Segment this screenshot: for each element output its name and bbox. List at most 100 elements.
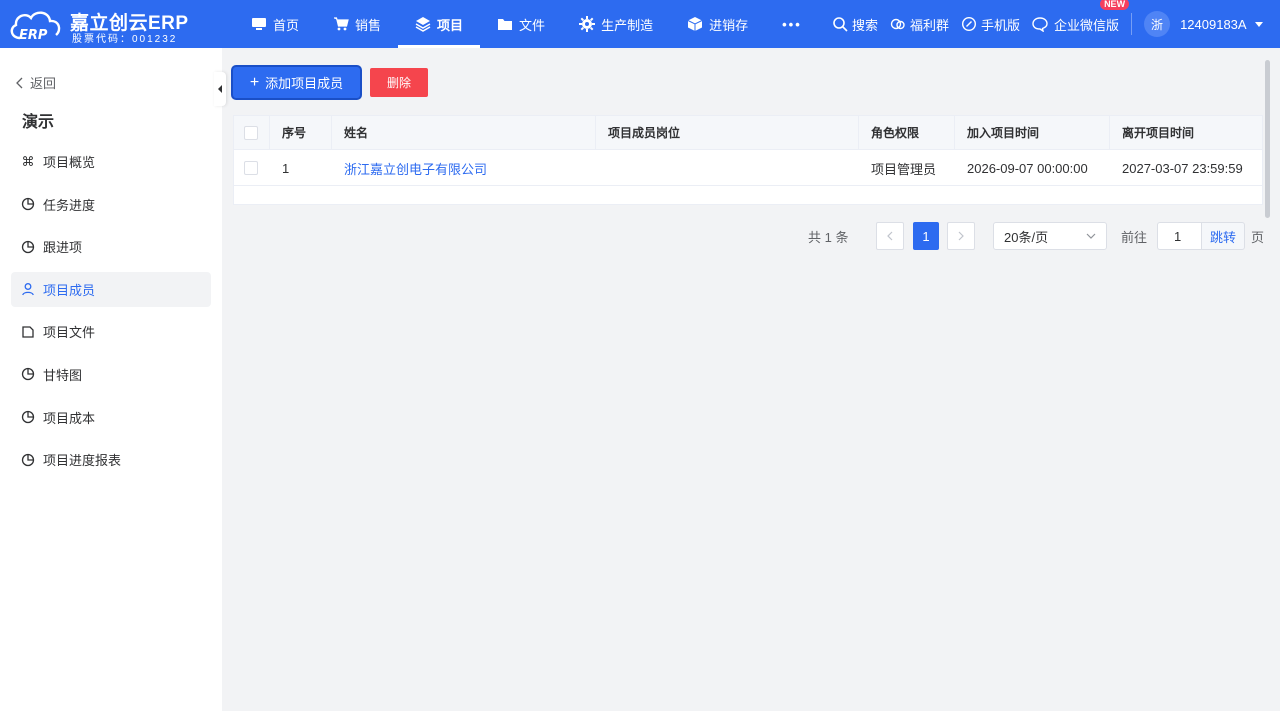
- back-link[interactable]: 返回: [16, 73, 56, 92]
- sidebar-item-label: 项目进度报表: [43, 453, 122, 469]
- wecom-button[interactable]: 企业微信版 NEW: [1032, 0, 1130, 34]
- nav-sales-label: 销售: [355, 17, 382, 33]
- column-header: 姓名: [332, 116, 596, 149]
- table-header: 序号 姓名 项目成员岗位 角色权限 加入项目时间 离开项目时间: [234, 116, 1262, 150]
- member-position: [596, 151, 859, 185]
- welfare-group-button[interactable]: 福利群: [890, 15, 949, 34]
- next-page-button[interactable]: [947, 222, 975, 250]
- search-button[interactable]: 搜索: [832, 15, 878, 34]
- page-number-current[interactable]: 1: [913, 222, 939, 250]
- column-header: 离开项目时间: [1110, 116, 1262, 149]
- nav-production[interactable]: 生产制造: [562, 0, 670, 48]
- prev-page-button[interactable]: [876, 222, 904, 250]
- nav-more[interactable]: •••: [765, 0, 819, 48]
- wecom-icon: [1032, 17, 1048, 32]
- search-icon: [833, 17, 848, 32]
- column-header: 序号: [270, 116, 332, 149]
- page-unit-label: 页: [1251, 229, 1265, 245]
- delete-button[interactable]: 删除: [370, 68, 428, 97]
- sidebar-item-label: 任务进度: [43, 197, 96, 213]
- monitor-icon: [252, 18, 266, 30]
- sidebar-item-label: 甘特图: [43, 367, 83, 383]
- column-header: 角色权限: [859, 116, 955, 149]
- select-all-checkbox[interactable]: [244, 125, 258, 140]
- user-dropdown-icon[interactable]: [1254, 21, 1263, 27]
- back-label: 返回: [30, 76, 57, 91]
- header-tools: 搜索 福利群 手机版 企业微信版 NEW 浙 12409183A: [832, 0, 1263, 48]
- chevron-down-icon: [1086, 233, 1096, 239]
- cart-icon: [334, 17, 349, 31]
- pie-icon: [21, 410, 35, 424]
- box-icon: [687, 17, 703, 31]
- logo-cloud-icon: ERP: [10, 11, 61, 42]
- command-icon: ⌘: [21, 153, 35, 169]
- sidebar-item-members[interactable]: 项目成员: [11, 271, 211, 307]
- add-member-button[interactable]: + 添加项目成员: [233, 67, 360, 98]
- members-table: 序号 姓名 项目成员岗位 角色权限 加入项目时间 离开项目时间 1 浙江嘉立创电…: [233, 115, 1263, 205]
- project-menu: ⌘ 项目概览 任务进度 跟进项 项目成员 项目文件 甘特图 项目成本 项目进度报…: [11, 144, 211, 485]
- main-content: + 添加项目成员 删除 序号 姓名 项目成员岗位 角色权限 加入项目时间 离开项…: [222, 48, 1280, 711]
- pie-icon: [21, 197, 35, 211]
- mobile-label: 手机版: [981, 17, 1021, 33]
- chevron-right-icon: [958, 231, 964, 241]
- sidebar-item-gantt[interactable]: 甘特图: [11, 357, 211, 392]
- logo[interactable]: ERP 嘉立创云ERP 股票代码：001232: [8, 6, 198, 45]
- page-size-value: 20条/页: [1004, 229, 1049, 245]
- member-leave-time: 2027-03-07 23:59:59: [1122, 160, 1243, 176]
- sidebar-item-label: 跟进项: [43, 240, 83, 256]
- nav-sales[interactable]: 销售: [316, 0, 398, 48]
- file-icon: [22, 326, 34, 338]
- nav-production-label: 生产制造: [601, 17, 654, 33]
- vertical-scrollbar[interactable]: [1265, 60, 1270, 218]
- column-header: 加入项目时间: [955, 116, 1110, 149]
- nav-inventory[interactable]: 进销存: [670, 0, 765, 48]
- table-row: 1 浙江嘉立创电子有限公司 项目管理员 2026-09-07 00:00:00 …: [234, 151, 1262, 186]
- main-nav: 首页 销售 项目 文件 生产制造 进销存 •••: [234, 0, 819, 48]
- row-checkbox[interactable]: [244, 161, 258, 175]
- pie-icon: [21, 453, 35, 466]
- wecom-label: 企业微信版: [1054, 17, 1120, 33]
- row-select-cell: [234, 151, 270, 185]
- nav-home[interactable]: 首页: [234, 0, 316, 48]
- nav-files[interactable]: 文件: [480, 0, 562, 48]
- member-name-link[interactable]: 浙江嘉立创电子有限公司: [332, 151, 596, 185]
- member-join-time: 2026-09-07 00:00:00: [967, 160, 1088, 176]
- goto-label: 前往: [1121, 229, 1148, 245]
- project-title: 演示: [22, 114, 55, 131]
- link-icon: [962, 16, 977, 32]
- mobile-button[interactable]: 手机版: [961, 15, 1020, 34]
- search-label: 搜索: [852, 17, 879, 33]
- pie-icon: [21, 368, 35, 381]
- sidebar-item-overview[interactable]: ⌘ 项目概览: [11, 144, 211, 179]
- sidebar-item-label: 项目概览: [43, 155, 96, 170]
- layers-icon: [415, 17, 431, 32]
- column-header: 项目成员岗位: [596, 116, 859, 149]
- pie-icon: [21, 240, 35, 253]
- top-navbar: ERP 嘉立创云ERP 股票代码：001232 首页 销售 项目 文件 生产制造…: [0, 0, 1280, 48]
- sidebar-item-progress-report[interactable]: 项目进度报表: [11, 442, 211, 477]
- avatar[interactable]: 浙: [1144, 11, 1171, 37]
- sidebar-item-task-progress[interactable]: 任务进度: [11, 187, 211, 222]
- logo-subtitle: 股票代码：001232: [72, 34, 178, 45]
- nav-home-label: 首页: [273, 17, 300, 33]
- chevron-left-icon: [16, 77, 23, 88]
- sidebar-item-cost[interactable]: 项目成本: [11, 400, 211, 435]
- user-name[interactable]: 12409183A: [1180, 17, 1247, 32]
- new-badge: NEW: [1100, 0, 1130, 10]
- welfare-label: 福利群: [910, 17, 950, 33]
- nav-project[interactable]: 项目: [398, 0, 481, 48]
- plus-icon: +: [249, 73, 260, 91]
- goto-page-input[interactable]: 1: [1157, 222, 1201, 250]
- chevron-left-icon: [887, 231, 893, 241]
- select-all-cell: [234, 116, 270, 149]
- svg-text:ERP: ERP: [19, 28, 48, 42]
- member-role: 项目管理员: [871, 161, 937, 177]
- page-size-select[interactable]: 20条/页: [993, 222, 1107, 250]
- sidebar-item-files[interactable]: 项目文件: [11, 314, 211, 349]
- sidebar-item-followups[interactable]: 跟进项: [11, 229, 211, 264]
- sidebar-item-label: 项目成本: [43, 410, 96, 426]
- goto-page-button[interactable]: 跳转: [1201, 222, 1245, 250]
- gear-icon: [579, 16, 596, 32]
- add-member-label: 添加项目成员: [265, 76, 344, 91]
- nav-inventory-label: 进销存: [709, 17, 749, 33]
